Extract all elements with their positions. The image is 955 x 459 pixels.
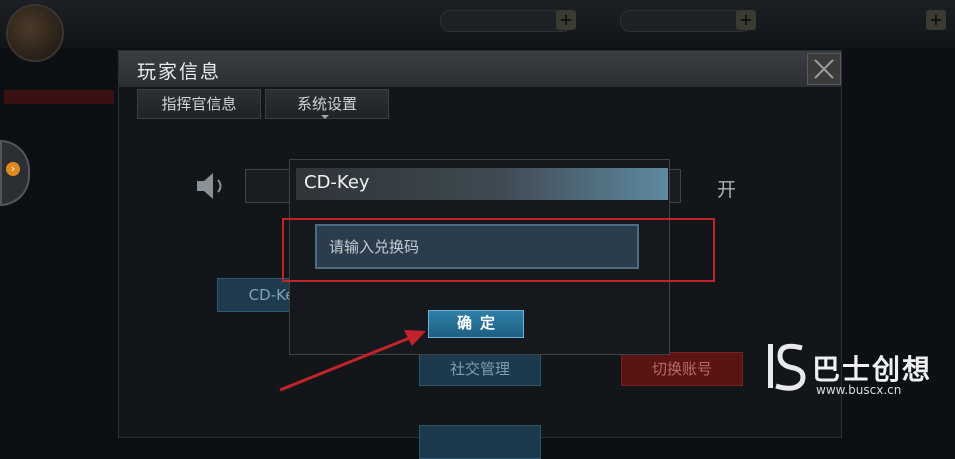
side-expand-button[interactable]: › [0,140,30,206]
watermark-brand: 巴士创想 [812,353,933,386]
active-tab-indicator [321,115,329,119]
confirm-button[interactable]: 确定 [428,310,524,338]
sound-on-label: 开 [717,179,737,201]
switch-account-button[interactable]: 切换账号 [621,352,743,386]
dialog-header: CD-Key [296,168,668,200]
tab-commander-info[interactable]: 指挥官信息 [137,89,261,119]
add-resource-icon[interactable]: + [736,10,756,30]
watermark-url: www.buscx.cn [816,383,902,397]
input-highlight-box [282,218,715,282]
watermark: 巴士创想 www.buscx.cn [762,338,952,404]
chevron-right-icon: › [6,162,20,176]
resource-counter [440,10,572,32]
close-icon [814,59,834,79]
add-resource-icon[interactable]: + [556,10,576,30]
player-avatar[interactable] [6,4,64,62]
dialog-title: CD-Key [304,172,370,193]
background-notice [4,90,114,104]
close-button[interactable] [807,53,841,85]
social-management-button[interactable]: 社交管理 [419,352,541,386]
more-button[interactable] [419,425,541,459]
resource-counter [620,10,752,32]
speaker-icon [197,173,222,199]
panel-title: 玩家信息 [137,61,222,83]
add-resource-icon[interactable]: + [926,10,946,30]
brand-logo-icon [768,343,806,391]
panel-header: 玩家信息 [119,51,841,87]
